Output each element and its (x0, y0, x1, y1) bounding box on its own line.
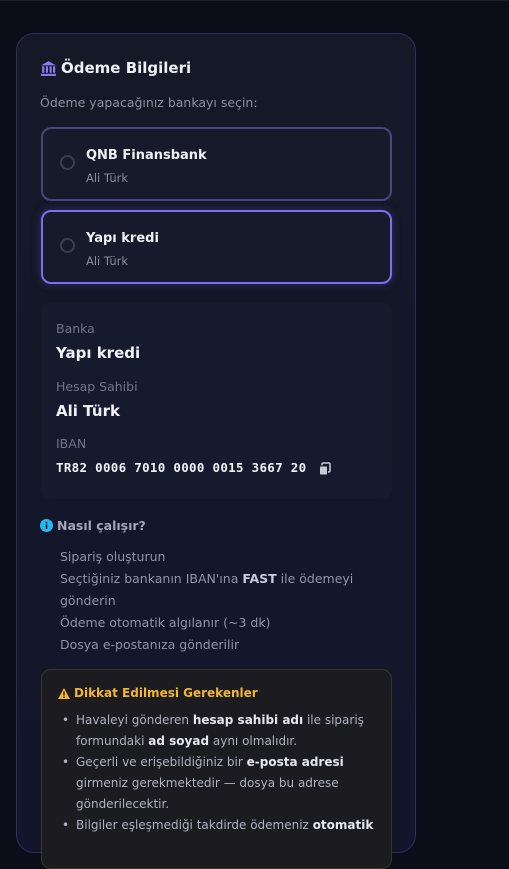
payment-title-text: Ödeme Bilgileri (61, 59, 192, 77)
warning-text: Bilgiler eşleşmediği takdirde ödemeniz (76, 818, 309, 832)
step-item: Sipariş oluşturun (60, 546, 380, 568)
warning-bold: e-posta adresi (246, 755, 344, 769)
step-item: Dosya e-postanıza gönderilir (60, 634, 380, 656)
iban-value: TR82 0006 7010 0000 0015 3667 20 (56, 460, 307, 475)
info-icon (40, 519, 53, 532)
warning-item: Bilgiler eşleşmediği takdirde ödemeniz o… (58, 815, 378, 836)
bank-option-yapikredi[interactable]: Yapı kredi Ali Türk (41, 210, 392, 284)
bank-label: Banka (56, 321, 95, 336)
radio-button[interactable] (60, 238, 75, 253)
bank-option-name: Yapı kredi (86, 231, 159, 246)
copy-icon[interactable] (318, 462, 332, 476)
iban-label: IBAN (56, 436, 87, 451)
holder-value: Ali Türk (56, 402, 120, 420)
step-text: Dosya e-postanıza gönderilir (60, 637, 240, 652)
warning-icon (58, 687, 70, 699)
warning-bold: ad soyad (148, 734, 210, 748)
steps-list: Sipariş oluşturun Seçtiğiniz bankanın IB… (60, 546, 380, 656)
warning-list: Havaleyi gönderen hesap sahibi adı ile s… (58, 710, 378, 836)
bank-icon (41, 60, 56, 76)
step-text: Ödeme otomatik algılanır (~3 dk) (60, 615, 271, 630)
bank-option-owner: Ali Türk (86, 171, 129, 185)
step-item: Ödeme otomatik algılanır (~3 dk) (60, 612, 380, 634)
warning-text: aynı olmalıdır. (212, 734, 298, 748)
bank-option-qnb[interactable]: QNB Finansbank Ali Türk (41, 127, 392, 201)
warning-text: Havaleyi gönderen (76, 713, 190, 727)
holder-label: Hesap Sahibi (56, 379, 138, 394)
warning-item: Havaleyi gönderen hesap sahibi adı ile s… (58, 710, 378, 752)
bank-option-owner: Ali Türk (86, 254, 129, 268)
top-divider (0, 0, 509, 1)
warning-item: Geçerli ve erişebildiğiniz bir e-posta a… (58, 752, 378, 815)
warning-title-text: Dikkat Edilmesi Gerekenler (74, 686, 258, 700)
bank-option-name: QNB Finansbank (86, 148, 207, 163)
warning-text: Geçerli ve erişebildiğiniz bir (76, 755, 243, 769)
warning-box: Dikkat Edilmesi Gerekenler Havaleyi gönd… (41, 669, 392, 869)
step-text: Sipariş oluşturun (60, 549, 166, 564)
warning-text: girmeniz gerekmektedir — dosya bu adrese… (76, 776, 339, 811)
bank-value: Yapı kredi (56, 344, 141, 362)
radio-button[interactable] (60, 155, 75, 170)
warning-bold: otomatik (312, 818, 374, 832)
payment-title: Ödeme Bilgileri (40, 58, 191, 78)
how-it-works-title: Nasıl çalışır? (40, 518, 146, 533)
step-bold: FAST (242, 571, 277, 586)
warning-bold: hesap sahibi adı (192, 713, 304, 727)
step-item: Seçtiğiniz bankanın IBAN'ına FAST ile öd… (60, 568, 380, 612)
how-it-works-text: Nasıl çalışır? (57, 518, 146, 533)
step-text: Seçtiğiniz bankanın IBAN'ına (60, 571, 239, 586)
warning-title: Dikkat Edilmesi Gerekenler (58, 686, 258, 700)
bank-details-panel: Banka Yapı kredi Hesap Sahibi Ali Türk I… (41, 302, 392, 499)
bank-select-prompt: Ödeme yapacağınız bankayı seçin: (40, 95, 258, 110)
